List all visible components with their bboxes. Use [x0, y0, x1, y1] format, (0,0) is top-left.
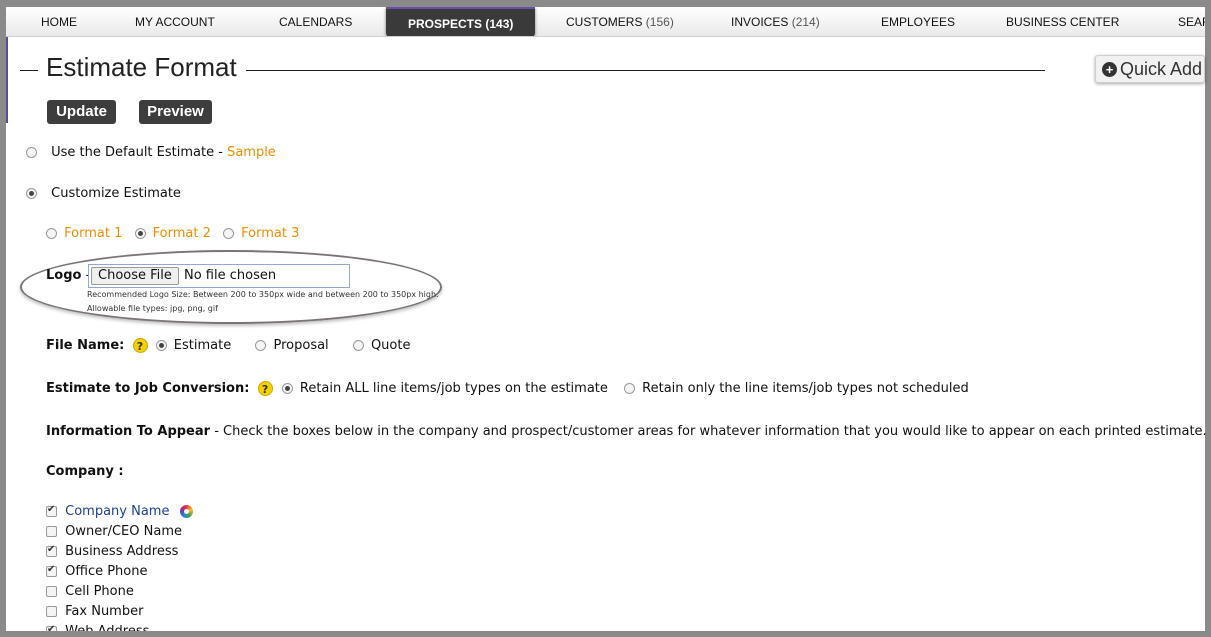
business-address-checkbox[interactable]: [46, 544, 57, 557]
format-2-radio[interactable]: [134, 228, 146, 239]
file-name-estimate-label: Estimate: [173, 338, 232, 353]
cell-phone-label: Cell Phone: [65, 584, 134, 599]
plus-icon: +: [1102, 62, 1117, 77]
left-accent-line: [6, 37, 8, 123]
file-name-proposal-label: Proposal: [273, 338, 329, 353]
format-3-radio[interactable]: [223, 228, 234, 239]
window-frame-top: [0, 0, 1211, 7]
company-name-checkbox[interactable]: [46, 504, 57, 517]
company-field-owner: Owner/CEO Name: [46, 524, 182, 539]
company-field-business-address: Business Address: [46, 544, 178, 559]
company-field-company-name: Company Name: [46, 504, 193, 519]
retain-all-label: Retain ALL line items/job types on the e…: [299, 381, 608, 396]
file-name-estimate-radio[interactable]: [155, 340, 167, 351]
logo-label-row: Logo -: [46, 268, 91, 283]
office-phone-label: Office Phone: [65, 564, 148, 579]
page-title-row: Estimate Format: [20, 52, 1045, 88]
info-row: Information To Appear - Check the boxes …: [46, 424, 1207, 439]
logo-file-input[interactable]: Choose File No file chosen: [88, 264, 350, 288]
file-name-label: File Name:: [46, 338, 125, 353]
color-wheel-icon[interactable]: [179, 505, 193, 518]
conversion-label: Estimate to Job Conversion:: [46, 381, 250, 396]
window-frame-right: [1205, 0, 1211, 637]
business-address-label: Business Address: [65, 544, 179, 559]
choose-file-button[interactable]: Choose File: [91, 267, 179, 285]
nav-my-account[interactable]: MY ACCOUNT: [135, 7, 215, 36]
company-name-label: Company Name: [65, 504, 170, 519]
company-field-fax: Fax Number: [46, 604, 143, 619]
file-name-quote-radio[interactable]: [352, 340, 364, 351]
company-field-cell-phone: Cell Phone: [46, 584, 134, 599]
cell-phone-checkbox[interactable]: [46, 586, 57, 597]
title-rule-right: [246, 70, 1045, 71]
title-rule-left: [20, 70, 38, 71]
nav-calendars[interactable]: CALENDARS: [279, 7, 352, 36]
update-button[interactable]: Update: [47, 100, 116, 124]
sample-link[interactable]: Sample: [227, 145, 276, 160]
owner-checkbox[interactable]: [46, 526, 57, 537]
format-1-radio[interactable]: [46, 228, 57, 239]
format-3-label[interactable]: Format 3: [241, 226, 299, 241]
info-text: Check the boxes below in the company and…: [223, 424, 1207, 439]
company-field-office-phone: Office Phone: [46, 564, 148, 579]
preview-button[interactable]: Preview: [139, 100, 212, 124]
format-options: Format 1 Format 2 Format 3: [46, 226, 299, 241]
file-name-proposal-radio[interactable]: [255, 340, 267, 351]
no-file-text: No file chosen: [184, 268, 277, 283]
retain-unscheduled-label: Retain only the line items/job types not…: [642, 381, 969, 396]
nav-search[interactable]: SEAR: [1178, 7, 1205, 36]
file-name-quote-label: Quote: [370, 338, 411, 353]
page-title: Estimate Format: [46, 52, 237, 82]
file-name-row: File Name: ? Estimate Proposal Quote: [46, 338, 410, 353]
customize-estimate-label: Customize Estimate: [51, 186, 181, 201]
nav-employees[interactable]: EMPLOYEES: [881, 7, 955, 36]
company-heading: Company :: [46, 464, 124, 479]
info-heading: Information To Appear: [46, 424, 211, 439]
top-navigation: HOME MY ACCOUNT CALENDARS PROSPECTS (143…: [6, 7, 1205, 37]
owner-label: Owner/CEO Name: [65, 524, 182, 539]
nav-business-center[interactable]: BUSINESS CENTER: [1006, 7, 1119, 36]
help-icon[interactable]: ?: [132, 338, 148, 353]
retain-all-radio[interactable]: [281, 383, 293, 394]
logo-filetypes-hint: Allowable file types: jpg, png, gif: [87, 304, 218, 313]
office-phone-checkbox[interactable]: [46, 564, 57, 577]
fax-label: Fax Number: [65, 604, 144, 619]
fax-checkbox[interactable]: [46, 606, 57, 617]
nav-invoices[interactable]: INVOICES (214): [731, 7, 820, 36]
conversion-row: Estimate to Job Conversion: ? Retain ALL…: [46, 381, 969, 396]
customize-estimate-option: Customize Estimate: [26, 186, 181, 201]
customize-estimate-radio[interactable]: [26, 188, 37, 199]
nav-prospects[interactable]: PROSPECTS (143): [386, 7, 536, 36]
quick-add-button[interactable]: + Quick Add: [1095, 55, 1205, 83]
default-estimate-option: Use the Default Estimate - Sample: [26, 145, 276, 160]
nav-home[interactable]: HOME: [41, 7, 77, 36]
nav-customers[interactable]: CUSTOMERS (156): [566, 7, 674, 36]
default-estimate-label: Use the Default Estimate: [51, 145, 215, 160]
default-estimate-radio[interactable]: [26, 147, 37, 158]
logo-label: Logo: [46, 268, 82, 283]
logo-size-hint: Recommended Logo Size: Between 200 to 35…: [87, 290, 439, 299]
format-2-label[interactable]: Format 2: [153, 226, 211, 241]
help-icon[interactable]: ?: [257, 381, 273, 396]
window-frame-bottom: [0, 631, 1211, 637]
format-1-label[interactable]: Format 1: [64, 226, 122, 241]
retain-unscheduled-radio[interactable]: [624, 383, 636, 394]
